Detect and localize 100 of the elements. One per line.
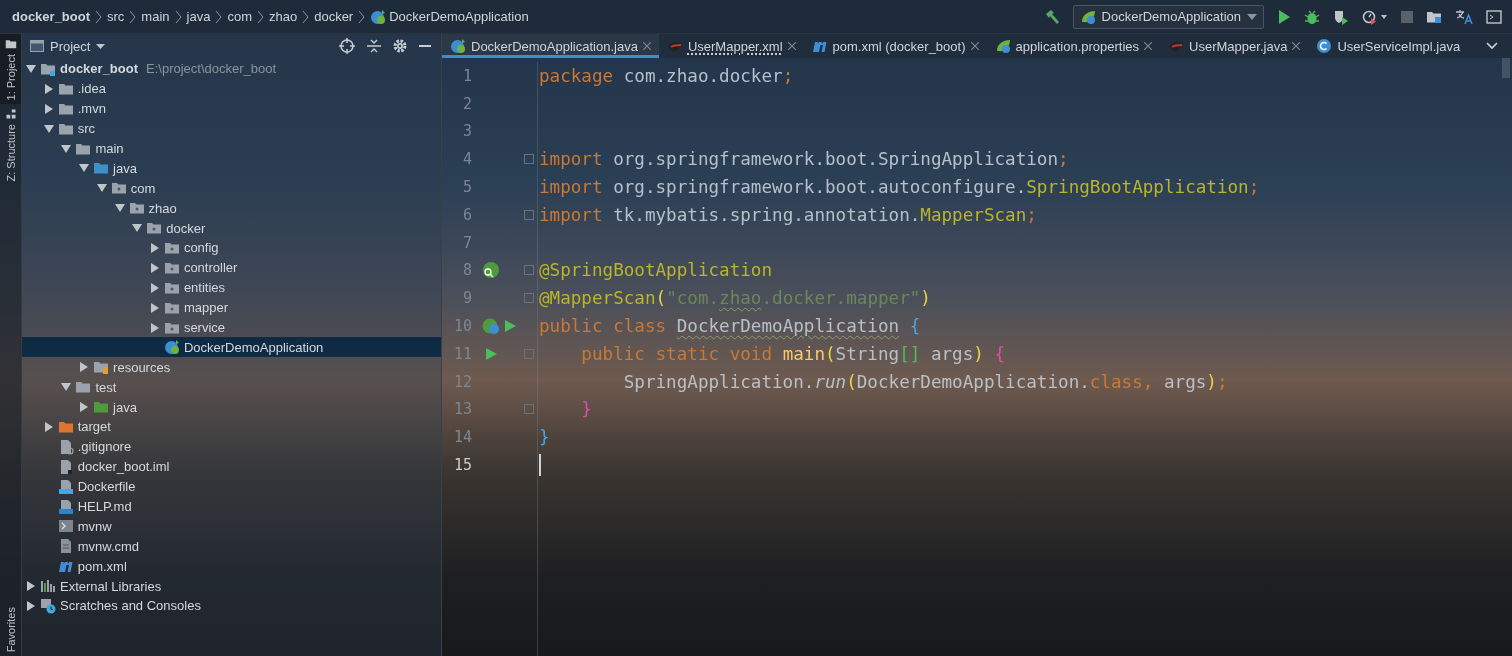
run-icon[interactable] xyxy=(1277,8,1291,25)
collapsed-arrow-icon[interactable] xyxy=(79,402,90,413)
tree-item[interactable]: mvnw.cmd xyxy=(22,536,441,557)
fold-marker-icon[interactable] xyxy=(524,404,534,415)
tree-item[interactable]: mvnw xyxy=(22,516,441,537)
breadcrumb-item[interactable]: docker xyxy=(314,9,354,24)
collapsed-arrow-icon[interactable] xyxy=(43,83,54,94)
collapsed-arrow-icon[interactable] xyxy=(79,362,90,373)
run-configuration-dropdown[interactable]: DockerDemoApplication xyxy=(1072,4,1264,29)
close-icon[interactable] xyxy=(642,42,651,50)
expanded-arrow-icon[interactable] xyxy=(43,123,54,134)
fold-marker-icon[interactable] xyxy=(524,154,534,165)
tree-item[interactable]: docker_boot E:\project\docker_boot xyxy=(22,59,441,79)
editor-tab[interactable]: pom.xml (docker_boot) xyxy=(803,34,987,58)
breadcrumb-item[interactable]: com xyxy=(227,9,252,24)
tree-item[interactable]: target xyxy=(22,417,441,437)
expanded-arrow-icon[interactable] xyxy=(61,143,72,154)
tree-item[interactable]: DockerDemoApplication xyxy=(22,337,441,358)
expanded-arrow-icon[interactable] xyxy=(96,183,107,194)
hammer-icon[interactable] xyxy=(1043,8,1060,25)
tree-item[interactable]: Dockerfile xyxy=(22,476,441,497)
collapsed-arrow-icon[interactable] xyxy=(149,262,160,273)
collapsed-arrow-icon[interactable] xyxy=(149,322,160,333)
editor-tab[interactable]: UserServiceImpl.java xyxy=(1308,34,1469,58)
tree-item[interactable]: java xyxy=(22,397,441,418)
locate-icon[interactable] xyxy=(339,38,355,54)
collapsed-arrow-icon[interactable] xyxy=(149,282,160,293)
editor-tab[interactable]: application.properties xyxy=(986,34,1161,58)
tree-item[interactable]: External Libraries xyxy=(22,576,441,597)
tree-item[interactable]: src xyxy=(22,118,441,139)
libraries-icon xyxy=(40,578,56,595)
tool-window-button[interactable]: 1: Project xyxy=(0,34,21,105)
collapsed-arrow-icon[interactable] xyxy=(43,103,54,114)
collapsed-arrow-icon[interactable] xyxy=(26,581,36,592)
collapsed-arrow-icon[interactable] xyxy=(149,302,160,313)
expanded-arrow-icon[interactable] xyxy=(61,382,72,393)
fold-marker-icon[interactable] xyxy=(524,265,534,276)
shield-run-icon[interactable] xyxy=(1333,8,1349,25)
code-line: SpringApplication.run(DockerDemoApplication.class, args); xyxy=(622,371,1228,392)
close-icon[interactable] xyxy=(1292,42,1301,50)
tree-item[interactable]: test xyxy=(22,377,441,398)
expanded-arrow-icon[interactable] xyxy=(114,203,125,214)
collapsed-arrow-icon[interactable] xyxy=(149,242,160,253)
expanded-arrow-icon[interactable] xyxy=(79,163,90,174)
resources-folder-icon xyxy=(93,359,110,376)
tree-item[interactable]: .gitignore xyxy=(22,436,441,457)
test-folder-icon xyxy=(93,399,110,416)
close-icon[interactable] xyxy=(787,42,796,50)
tree-item[interactable]: resources xyxy=(22,357,441,378)
tree-item[interactable]: com xyxy=(22,178,441,199)
breadcrumb-item[interactable]: DockerDemoApplication xyxy=(370,8,529,25)
close-icon[interactable] xyxy=(1144,42,1153,50)
fold-marker-icon[interactable] xyxy=(524,348,534,359)
code-line: public class DockerDemoApplication { xyxy=(539,316,921,337)
line-number: 12 xyxy=(452,372,472,391)
collapsed-arrow-icon[interactable] xyxy=(26,601,36,611)
editor-tab[interactable]: UserMapper.xml xyxy=(658,34,804,58)
tree-item[interactable]: .idea xyxy=(22,78,441,99)
tree-item[interactable]: java xyxy=(22,158,441,179)
editor-tab[interactable]: DockerDemoApplication.java xyxy=(442,34,659,58)
breadcrumb-item[interactable]: java xyxy=(186,9,211,24)
code-line: } xyxy=(539,427,550,448)
translate-icon[interactable] xyxy=(1455,8,1473,25)
bean-search-icon[interactable] xyxy=(482,261,500,280)
chevron-right-icon xyxy=(215,9,223,24)
tool-window-button[interactable]: Favorites xyxy=(0,602,21,656)
breadcrumb-item[interactable]: src xyxy=(107,9,125,24)
tree-item[interactable]: Scratches and Consoles xyxy=(22,596,441,616)
tree-item[interactable]: mapper xyxy=(22,297,441,318)
tree-item[interactable]: main xyxy=(22,138,441,159)
breadcrumb-item[interactable]: docker_boot xyxy=(12,9,90,24)
tree-item[interactable]: entities xyxy=(22,277,441,298)
collapsed-arrow-icon[interactable] xyxy=(43,421,54,432)
project-view-dropdown[interactable]: Project xyxy=(30,38,106,54)
tree-item[interactable]: zhao xyxy=(22,198,441,219)
expanded-arrow-icon[interactable] xyxy=(132,223,143,234)
collapse-all-icon[interactable] xyxy=(367,38,381,54)
fold-marker-icon[interactable] xyxy=(524,209,534,220)
settings-icon[interactable] xyxy=(393,39,407,53)
chevron-right-icon xyxy=(174,9,182,24)
tree-item[interactable]: controller xyxy=(22,257,441,278)
close-icon[interactable] xyxy=(970,42,979,50)
tree-item[interactable]: service xyxy=(22,317,441,338)
gauge-dropdown-icon[interactable] xyxy=(1362,8,1388,25)
editor-tab[interactable]: UserMapper.java xyxy=(1160,34,1309,58)
terminal-window-icon[interactable] xyxy=(1486,8,1502,25)
expanded-arrow-icon[interactable] xyxy=(26,63,36,74)
tree-item[interactable]: docker xyxy=(22,218,441,238)
tree-item[interactable]: HELP.md xyxy=(22,496,441,517)
fold-marker-icon[interactable] xyxy=(524,293,534,304)
chevron-down-icon[interactable] xyxy=(1486,42,1498,50)
tree-item[interactable]: config xyxy=(22,238,441,258)
tree-item[interactable]: docker_boot.iml xyxy=(22,456,441,477)
leaf-icon xyxy=(994,38,1011,54)
tree-item[interactable]: pom.xml xyxy=(22,556,441,577)
breadcrumb-item[interactable]: main xyxy=(141,9,170,24)
tree-item[interactable]: .mvn xyxy=(22,98,441,119)
tool-window-button[interactable]: Z: Structure xyxy=(0,104,21,186)
breadcrumb-item[interactable]: zhao xyxy=(268,9,298,24)
bug-icon[interactable] xyxy=(1304,8,1320,25)
